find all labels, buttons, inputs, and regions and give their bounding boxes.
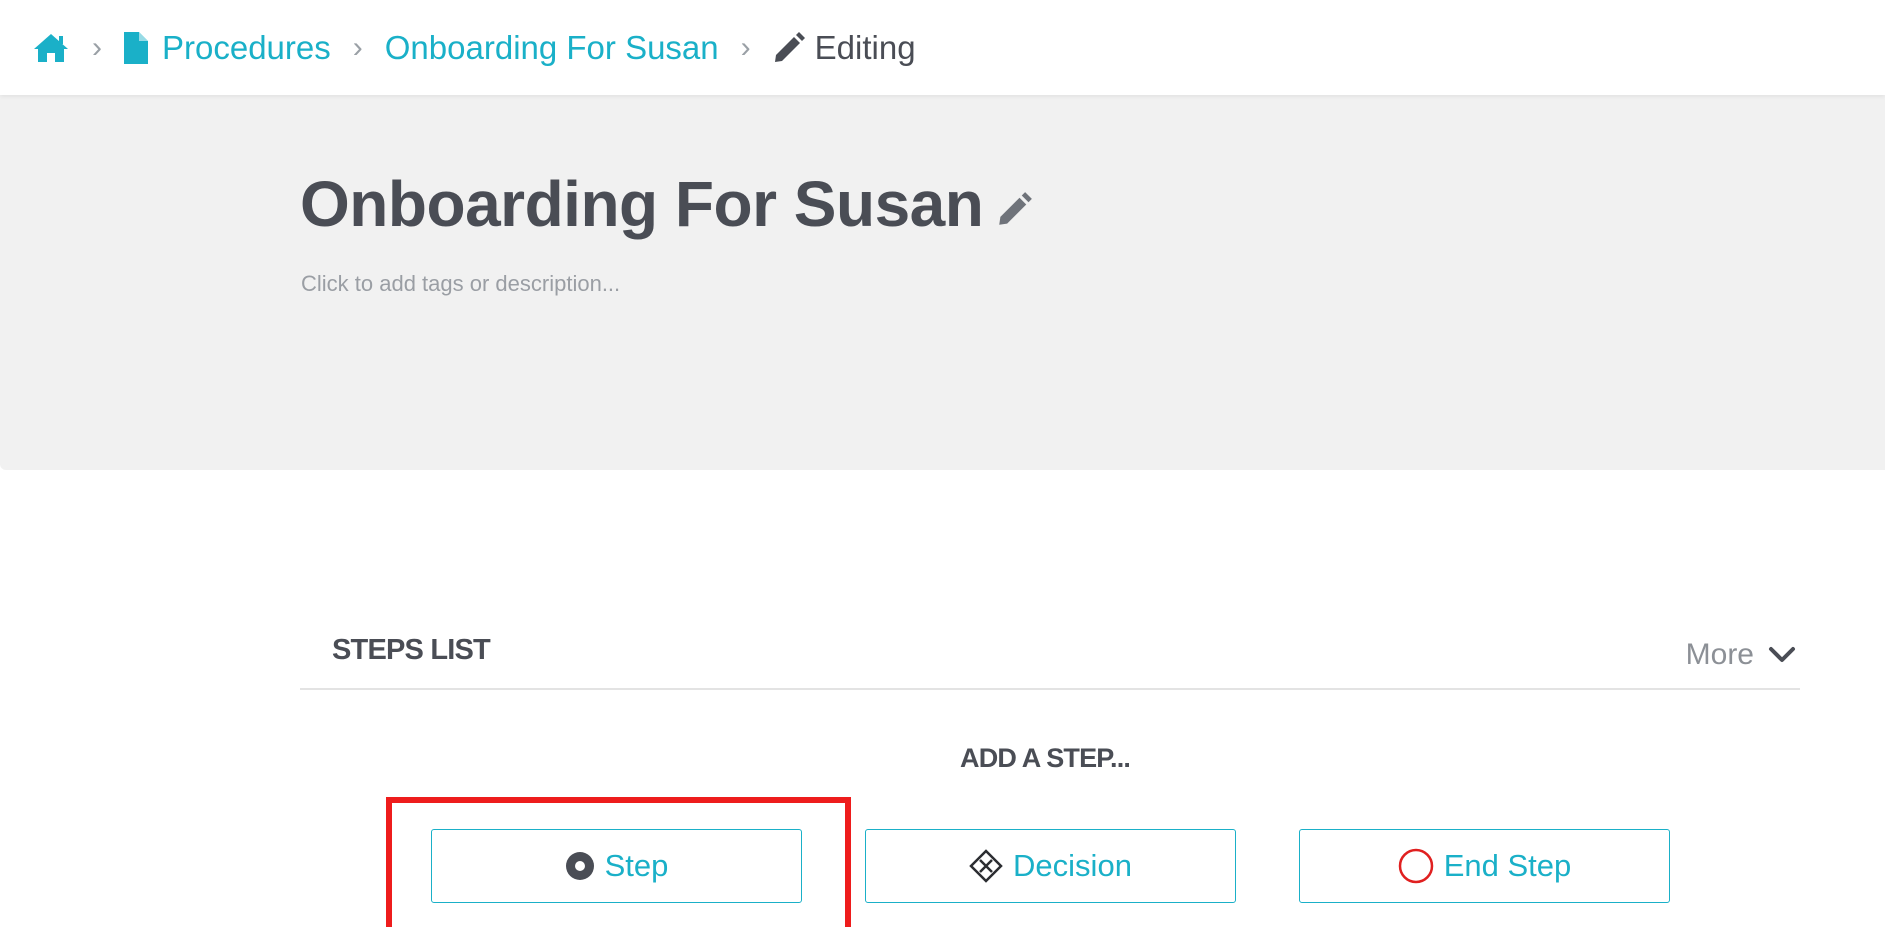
more-label: More (1685, 638, 1754, 671)
add-step-button[interactable]: Step (431, 829, 802, 903)
breadcrumb-current: Editing (773, 29, 916, 67)
breadcrumb-procedure[interactable]: Onboarding For Susan (385, 29, 719, 67)
end-circle-icon (1398, 848, 1433, 884)
add-end-step-button-label: End Step (1443, 848, 1572, 883)
add-decision-button[interactable]: Decision (865, 829, 1236, 903)
edit-pencil-icon[interactable] (997, 191, 1033, 227)
breadcrumb-separator: › (92, 30, 102, 64)
breadcrumb-home[interactable] (32, 32, 70, 64)
breadcrumb-separator: › (352, 30, 363, 64)
document-icon (124, 31, 148, 64)
procedure-header: Onboarding For Susan Click to add tags o… (0, 95, 1885, 470)
steps-list-title: STEPS LIST (332, 634, 491, 666)
add-end-step-button[interactable]: End Step (1299, 829, 1670, 903)
decision-diamond-icon (969, 849, 1003, 883)
breadcrumb-procedure-label: Onboarding For Susan (384, 28, 719, 66)
breadcrumb-procedures[interactable]: Procedures (124, 29, 331, 67)
step-dot-icon (565, 852, 594, 880)
breadcrumb: › Procedures › Onboarding For Susan › Ed… (0, 0, 1885, 95)
more-dropdown[interactable]: More (1686, 638, 1796, 672)
page-title[interactable]: Onboarding For Susan (300, 167, 1033, 241)
breadcrumb-separator: › (740, 30, 751, 64)
home-icon (34, 33, 68, 62)
pencil-icon (774, 31, 805, 62)
breadcrumb-current-label: Editing (814, 28, 916, 66)
description-field[interactable]: Click to add tags or description... (301, 271, 620, 297)
add-decision-button-label: Decision (1013, 848, 1132, 883)
page-title-text: Onboarding For Susan (300, 168, 984, 240)
add-step-label: ADD A STEP... (960, 743, 1131, 773)
chevron-down-icon (1769, 647, 1795, 662)
breadcrumb-procedures-label: Procedures (162, 28, 331, 66)
add-step-button-label: Step (604, 848, 669, 883)
steps-list-header: STEPS LIST More (300, 632, 1800, 690)
